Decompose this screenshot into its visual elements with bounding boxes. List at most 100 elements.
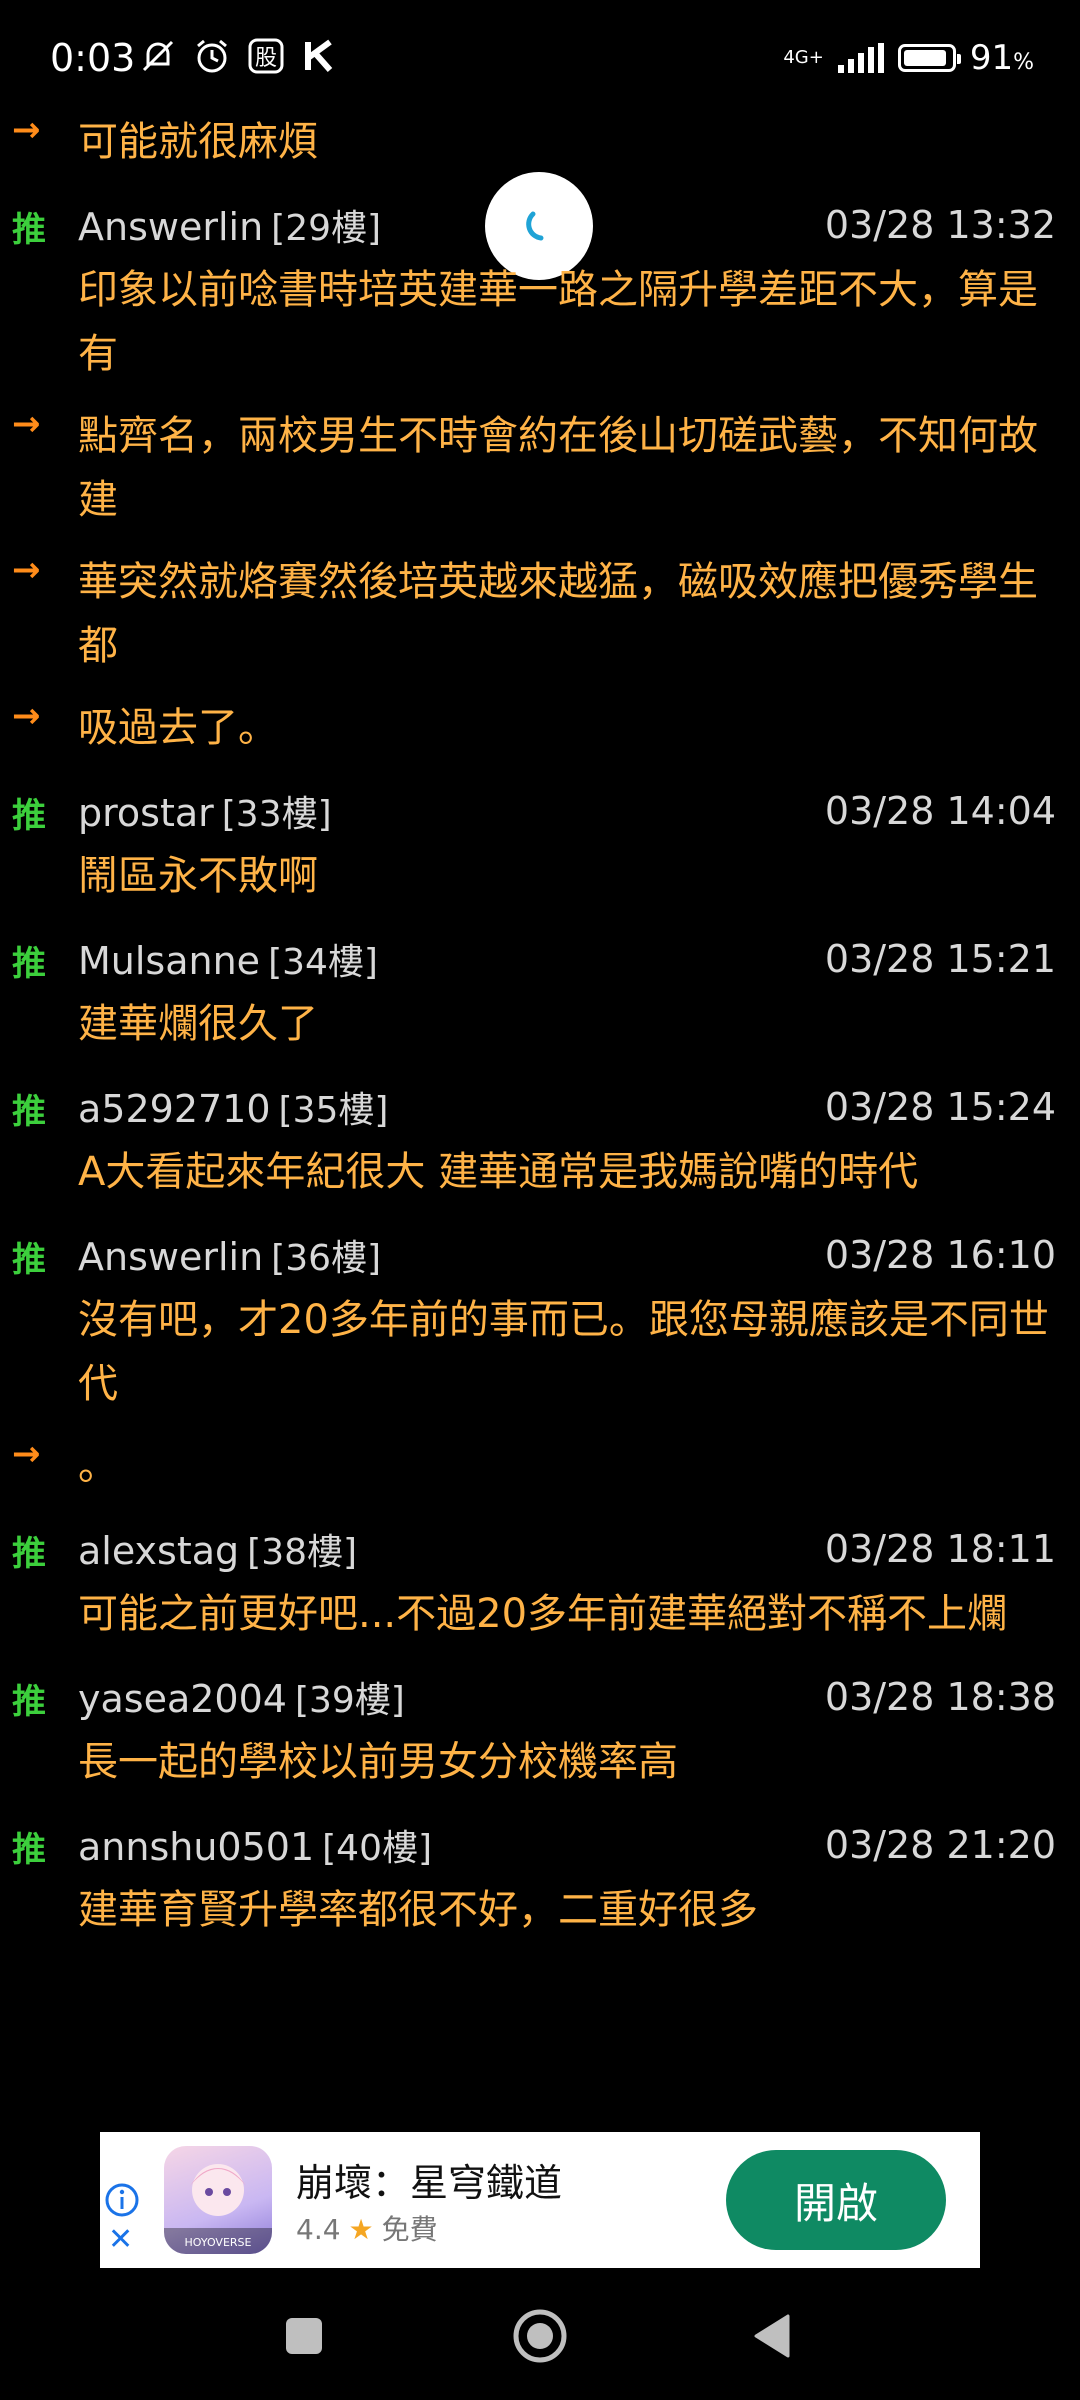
- comment-text: 可能就很麻煩: [78, 119, 318, 165]
- home-button[interactable]: [512, 2308, 568, 2364]
- comment-date: 03/28 18:38: [824, 1675, 1056, 1719]
- comment-username[interactable]: Mulsanne: [78, 939, 260, 983]
- comment-date: 03/28 21:20: [824, 1823, 1056, 1867]
- comment-date: 03/28 13:32: [824, 203, 1056, 247]
- close-icon[interactable]: ✕: [108, 2222, 133, 2257]
- comment-header: annshu0501 [40樓] 03/28 21:20: [78, 1812, 1056, 1878]
- ad-banner[interactable]: ✕ HOYOVERSE 崩壞：星穹鐵道 4.4 ★ 免費 開啟: [100, 2132, 980, 2268]
- push-tag: 推: [12, 1830, 46, 1870]
- recent-apps-button[interactable]: [286, 2318, 322, 2354]
- push-tag: 推: [12, 1682, 46, 1722]
- status-icons: 股: [138, 36, 340, 76]
- network-type: 4G+: [783, 47, 824, 68]
- comment-username[interactable]: alexstag: [78, 1529, 239, 1573]
- push-tag: 推: [12, 796, 46, 836]
- comment-continuation: → 華突然就烙賽然後培英越來越猛，磁吸效應把優秀學生都: [0, 550, 1080, 678]
- comment-floor: [33樓]: [221, 794, 332, 835]
- comment-floor: [35樓]: [278, 1090, 389, 1131]
- info-icon[interactable]: [104, 2182, 140, 2218]
- comment-username[interactable]: Answerlin: [78, 205, 263, 249]
- comment-row: 推 annshu0501 [40樓] 03/28 21:20 建華育賢升學率都很不好，二…: [0, 1812, 1080, 1942]
- comment-header: Answerlin [29樓] 03/28 13:32: [78, 192, 1056, 258]
- push-tag: 推: [12, 1092, 46, 1132]
- ad-app-meta: 4.4 ★ 免費: [296, 2208, 438, 2248]
- comment-floor: [39樓]: [294, 1680, 405, 1721]
- comment-continuation: → 吸過去了。: [0, 696, 1080, 760]
- comment-author: a5292710 [35樓]: [78, 1081, 388, 1133]
- comment-author: Mulsanne [34樓]: [78, 933, 378, 985]
- svg-text:股: 股: [255, 46, 277, 71]
- comment-text: A大看起來年紀很大 建華通常是我媽說嘴的時代: [78, 1149, 919, 1195]
- comment-author: prostar [33樓]: [78, 785, 332, 837]
- alarm-icon: [192, 36, 232, 76]
- rating: 4.4: [296, 2213, 341, 2246]
- comment-continuation: → 可能就很麻煩: [0, 110, 1080, 174]
- price: 免費: [381, 2213, 438, 2246]
- comment-header: Answerlin [36樓] 03/28 16:10: [78, 1222, 1056, 1288]
- comment-list: → 可能就很麻煩推 Answerlin [29樓] 03/28 13:32 印象以前唸書時…: [0, 110, 1080, 1960]
- app-brand-text: HOYOVERSE: [185, 2236, 252, 2249]
- comment-text: 印象以前唸書時培英建華一路之隔升學差距不大，算是有: [78, 267, 1038, 377]
- ad-app-title[interactable]: 崩壞：星穹鐵道: [296, 2152, 562, 2207]
- comment-text: 可能之前更好吧...不過20多年前建華絕對不稱不上爛: [78, 1591, 1008, 1637]
- comment-date: 03/28 18:11: [824, 1527, 1056, 1571]
- arrow-tag: →: [12, 1434, 41, 1474]
- comment-floor: [38樓]: [247, 1532, 358, 1573]
- comment-date: 03/28 16:10: [824, 1233, 1056, 1277]
- comment-username[interactable]: prostar: [78, 791, 214, 835]
- comment-continuation: → 點齊名，兩校男生不時會約在後山切磋武藝，不知何故建: [0, 404, 1080, 532]
- status-bar: 0:03 股 4G+ 91%: [0, 0, 1080, 120]
- push-tag: 推: [12, 944, 46, 984]
- comment-header: prostar [33樓] 03/28 14:04: [78, 778, 1056, 844]
- comment-author: alexstag [38樓]: [78, 1523, 357, 1575]
- comment-date: 03/28 15:24: [824, 1085, 1056, 1129]
- comment-floor: [36樓]: [271, 1238, 382, 1279]
- comment-username[interactable]: a5292710: [78, 1087, 271, 1131]
- comment-text: 建華育賢升學率都很不好，二重好很多: [78, 1887, 758, 1933]
- star-icon: ★: [348, 2213, 374, 2246]
- battery-icon: [897, 44, 961, 72]
- comment-text: 沒有吧，才20多年前的事而已。跟您母親應該是不同世代: [78, 1297, 1049, 1407]
- comment-row: 推 prostar [33樓] 03/28 14:04 鬧區永不敗啊: [0, 778, 1080, 908]
- push-tag: 推: [12, 1534, 46, 1574]
- app-icon[interactable]: HOYOVERSE: [164, 2146, 272, 2254]
- open-app-button[interactable]: 開啟: [726, 2150, 946, 2250]
- comment-floor: [40樓]: [322, 1828, 433, 1869]
- comment-row: 推 alexstag [38樓] 03/28 18:11 可能之前更好吧...不過20多…: [0, 1516, 1080, 1646]
- comment-row: 推 Answerlin [29樓] 03/28 13:32 印象以前唸書時培英建華一路之…: [0, 192, 1080, 386]
- arrow-tag: →: [12, 110, 41, 150]
- push-tag: 推: [12, 210, 46, 250]
- back-button[interactable]: [752, 2312, 792, 2360]
- stock-app-icon: 股: [246, 36, 286, 76]
- comment-text: 鬧區永不敗啊: [78, 853, 318, 899]
- comment-text: 華突然就烙賽然後培英越來越猛，磁吸效應把優秀學生都: [78, 559, 1038, 669]
- comment-row: 推 a5292710 [35樓] 03/28 15:24 A大看起來年紀很大 建華通常是…: [0, 1074, 1080, 1204]
- arrow-tag: →: [12, 404, 41, 444]
- comment-text: 吸過去了。: [78, 705, 278, 751]
- comment-row: 推 Answerlin [36樓] 03/28 16:10 沒有吧，才20多年前的事而已…: [0, 1222, 1080, 1416]
- comment-text: 點齊名，兩校男生不時會約在後山切磋武藝，不知何故建: [78, 413, 1038, 523]
- comment-header: yasea2004 [39樓] 03/28 18:38: [78, 1664, 1056, 1730]
- comment-header: alexstag [38樓] 03/28 18:11: [78, 1516, 1056, 1582]
- comment-floor: [29樓]: [271, 208, 382, 249]
- arrow-tag: →: [12, 696, 41, 736]
- comment-username[interactable]: annshu0501: [78, 1825, 314, 1869]
- signal-icon: [837, 43, 884, 73]
- comment-author: Answerlin [36樓]: [78, 1229, 381, 1281]
- mute-icon: [138, 36, 178, 76]
- comment-author: yasea2004 [39樓]: [78, 1671, 405, 1723]
- push-tag: 推: [12, 1240, 46, 1280]
- comment-continuation: →。: [0, 1434, 1080, 1498]
- arrow-tag: →: [12, 550, 41, 590]
- battery-percent: 91%: [969, 38, 1034, 78]
- comment-header: Mulsanne [34樓] 03/28 15:21: [78, 926, 1056, 992]
- battery-fill: [903, 50, 946, 66]
- comment-author: Answerlin [29樓]: [78, 199, 381, 251]
- comment-username[interactable]: Answerlin: [78, 1235, 263, 1279]
- clock: 0:03: [50, 36, 136, 80]
- comment-text: 。: [78, 1443, 118, 1489]
- comment-header: a5292710 [35樓] 03/28 15:24: [78, 1074, 1056, 1140]
- comment-date: 03/28 14:04: [824, 789, 1056, 833]
- comment-row: 推 Mulsanne [34樓] 03/28 15:21 建華爛很久了: [0, 926, 1080, 1056]
- comment-username[interactable]: yasea2004: [78, 1677, 287, 1721]
